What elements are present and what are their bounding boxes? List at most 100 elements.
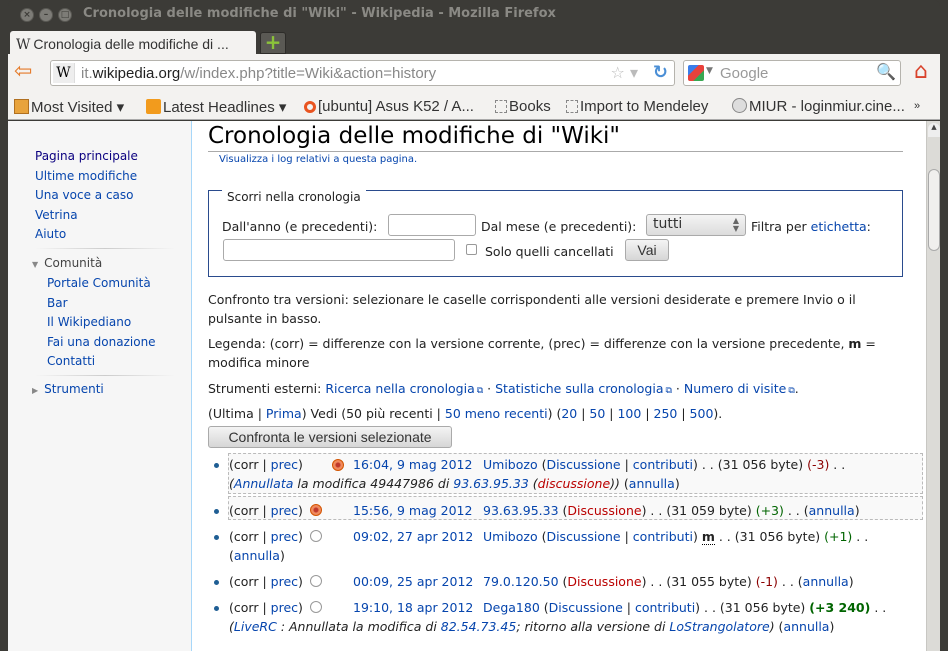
history-stats-link[interactable]: Statistiche sulla cronologia [495, 381, 663, 396]
sidebar-item-portale-comunita[interactable]: Portale Comunità [47, 276, 151, 290]
bookmark-miur[interactable]: MIUR - loginmiur.cine... [732, 98, 905, 115]
liverc-link[interactable]: LiveRC [234, 619, 277, 634]
limit-250-link[interactable]: 250 [654, 406, 678, 421]
prec-link[interactable]: prec [271, 503, 298, 518]
tag-input[interactable] [223, 239, 455, 261]
undo-link[interactable]: annulla [629, 476, 675, 491]
user-link[interactable]: Umibozo [483, 457, 538, 472]
sidebar-section-comunita[interactable]: ▼ Comunità [32, 256, 102, 270]
maximize-window-button[interactable]: □ [58, 8, 72, 22]
limit-100-link[interactable]: 100 [617, 406, 641, 421]
month-select[interactable]: tutti ▲ ▼ [646, 214, 746, 236]
year-input[interactable] [388, 214, 476, 236]
revision-date-link[interactable]: 15:56, 9 mag 2012 [353, 501, 472, 520]
back-button[interactable]: ⇦ [14, 61, 40, 84]
sidebar-item-donazione[interactable]: Fai una donazione [47, 335, 156, 349]
old-radio[interactable] [310, 601, 322, 613]
history-search-link[interactable]: Ricerca nella cronologia [325, 381, 474, 396]
prec-link[interactable]: prec [271, 529, 298, 544]
url-bar[interactable]: W it.wikipedia.org/w/index.php?title=Wik… [50, 60, 675, 86]
chevron-down-icon[interactable]: ▼ [706, 66, 713, 76]
older-link[interactable]: 50 meno recenti [445, 406, 548, 421]
bookmark-most-visited[interactable]: Most Visited ▾ [14, 98, 124, 116]
talk-link[interactable]: Discussione [546, 529, 620, 544]
bookmark-mendeley[interactable]: Import to Mendeley [566, 98, 708, 115]
old-radio[interactable] [310, 575, 322, 587]
sidebar-section-strumenti[interactable]: ▶ Strumenti [32, 382, 104, 396]
revision-date-link[interactable]: 09:02, 27 apr 2012 [353, 527, 473, 546]
view-logs-link[interactable]: Visualizza i log relativi a questa pagin… [219, 154, 417, 165]
limit-20-link[interactable]: 20 [561, 406, 577, 421]
prec-link[interactable]: prec [271, 574, 298, 589]
talk-redlink[interactable]: Discussione [567, 503, 641, 518]
limit-50-link[interactable]: 50 [589, 406, 605, 421]
talk-link[interactable]: Discussione [546, 457, 620, 472]
contribs-link[interactable]: contributi [633, 457, 693, 472]
reload-icon[interactable]: ↻ [653, 62, 668, 83]
home-button[interactable]: ⌂ [908, 59, 934, 85]
bookmarks-overflow-button[interactable]: » [914, 100, 920, 112]
bookmark-latest-headlines[interactable]: Latest Headlines ▾ [146, 98, 286, 116]
old-radio[interactable] [310, 504, 322, 516]
revision-date-link[interactable]: 00:09, 25 apr 2012 [353, 572, 473, 591]
search-icon[interactable]: 🔍 [876, 62, 896, 81]
deleted-only-label: Solo quelli cancellati [485, 244, 614, 259]
site-identity-icon[interactable]: W [53, 63, 75, 83]
undo-link[interactable]: annulla [234, 548, 280, 563]
undone-link[interactable]: Annullata [234, 476, 294, 491]
page-content: Pagina principale Ultime modifiche Una v… [8, 121, 926, 651]
sidebar-item-wikipediano[interactable]: Il Wikipediano [47, 315, 131, 329]
limit-500-link[interactable]: 500 [690, 406, 714, 421]
sidebar-item-vetrina[interactable]: Vetrina [35, 208, 78, 222]
rss-icon [146, 99, 161, 114]
discussion-redlink[interactable]: discussione [538, 476, 610, 491]
sidebar-item-voce-a-caso[interactable]: Una voce a caso [35, 188, 134, 202]
undo-link[interactable]: annulla [783, 619, 829, 634]
sidebar-item-aiuto[interactable]: Aiuto [35, 227, 66, 241]
scroll-up-arrow-icon[interactable]: ▲ [928, 123, 940, 137]
revision-date-link[interactable]: 19:10, 18 apr 2012 [353, 598, 473, 617]
user-link[interactable]: 79.0.120.50 [483, 574, 559, 589]
bookmark-books[interactable]: Books [495, 98, 551, 115]
search-bar[interactable]: ▼ Google 🔍 [683, 60, 901, 86]
close-window-button[interactable]: × [20, 8, 34, 22]
minimize-window-button[interactable]: – [39, 8, 53, 22]
undo-link[interactable]: annulla [809, 503, 855, 518]
tag-link[interactable]: etichetta [811, 219, 867, 234]
nav-form-legend: Scorri nella cronologia [222, 190, 366, 204]
sidebar-item-bar[interactable]: Bar [47, 296, 68, 310]
compare-revisions-button[interactable]: Confronta le versioni selezionate [208, 426, 452, 448]
sidebar-item-ultime-modifiche[interactable]: Ultime modifiche [35, 169, 137, 183]
contribs-link[interactable]: contributi [633, 529, 693, 544]
google-engine-icon[interactable] [688, 65, 704, 81]
first-page-link[interactable]: Prima [266, 406, 302, 421]
talk-redlink[interactable]: Discussione [567, 574, 641, 589]
sidebar-item-pagina-principale[interactable]: Pagina principale [35, 149, 138, 163]
revision-date-link[interactable]: 16:04, 9 mag 2012 [353, 455, 472, 474]
prec-link[interactable]: prec [271, 600, 298, 615]
user-link[interactable]: 93.63.95.33 [483, 503, 559, 518]
go-button[interactable]: Vai [625, 239, 669, 261]
tab-history[interactable]: W Cronologia delle modifiche di ... [10, 31, 256, 55]
bookmark-star-icon[interactable]: ☆ ▾ [611, 63, 638, 82]
ip-link[interactable]: 93.63.95.33 [453, 476, 529, 491]
user-link[interactable]: Dega180 [483, 600, 540, 615]
navigation-toolbar: ⇦ W it.wikipedia.org/w/index.php?title=W… [8, 54, 940, 92]
user-link[interactable]: LoStrangolatore [669, 619, 769, 634]
vertical-scrollbar[interactable]: ▲ [926, 121, 940, 651]
url-text[interactable]: it.wikipedia.org/w/index.php?title=Wiki&… [81, 65, 436, 82]
new-tab-button[interactable]: + [260, 32, 286, 54]
user-link[interactable]: Umibozo [483, 529, 538, 544]
diff-radio[interactable] [332, 459, 344, 471]
talk-link[interactable]: Discussione [549, 600, 623, 615]
old-radio[interactable] [310, 530, 322, 542]
scrollbar-thumb[interactable] [928, 169, 940, 251]
ip-link[interactable]: 82.54.73.45 [441, 619, 517, 634]
bookmark-ubuntu[interactable]: [ubuntu] Asus K52 / A... [304, 98, 474, 115]
prec-link[interactable]: prec [271, 457, 298, 472]
contribs-link[interactable]: contributi [635, 600, 695, 615]
page-views-link[interactable]: Numero di visite [684, 381, 786, 396]
undo-link[interactable]: annulla [803, 574, 849, 589]
deleted-only-checkbox[interactable] [466, 244, 477, 255]
sidebar-item-contatti[interactable]: Contatti [47, 354, 95, 368]
